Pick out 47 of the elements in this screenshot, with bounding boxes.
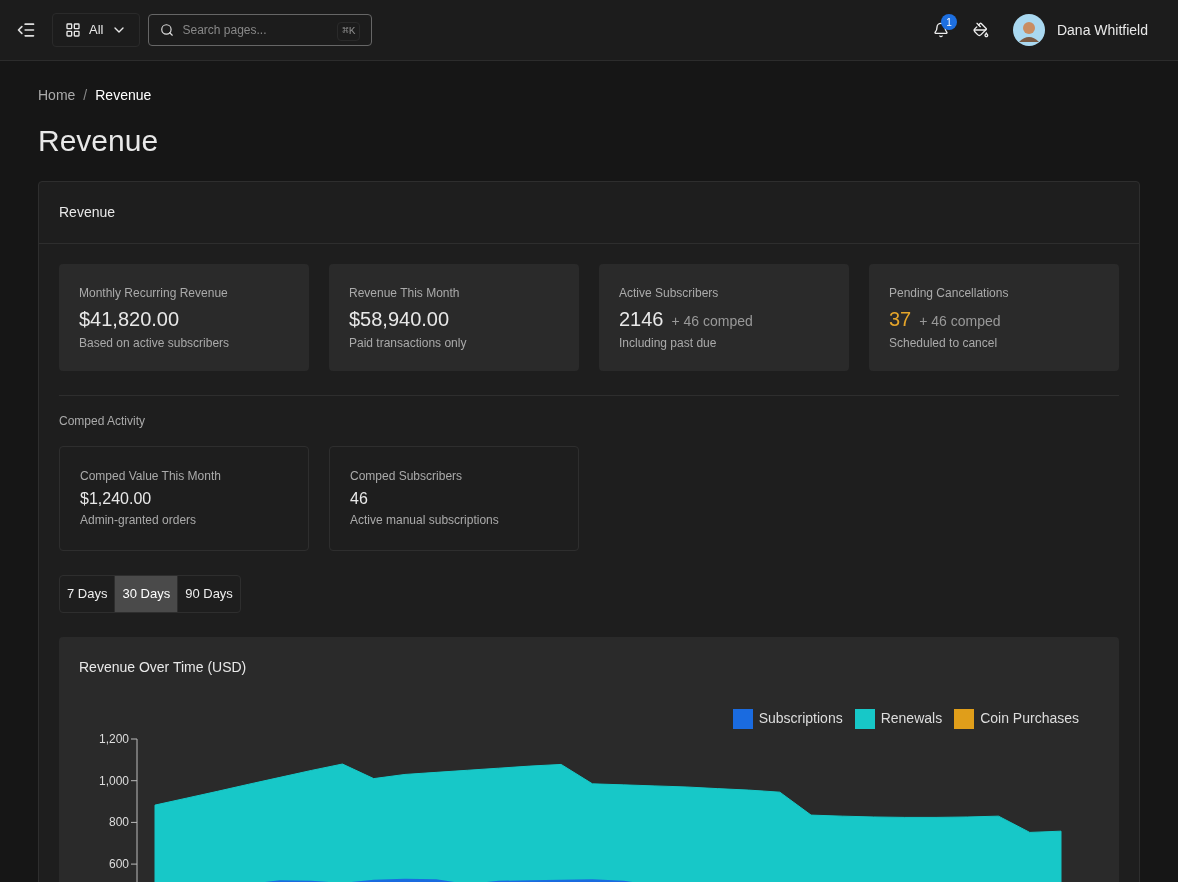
stat-label: Monthly Recurring Revenue bbox=[79, 285, 229, 302]
breadcrumb-separator: / bbox=[83, 86, 88, 105]
notification-count: 1 bbox=[940, 14, 957, 30]
stat-value: $41,820.00 bbox=[79, 307, 180, 332]
legend-label: Coin Purchases bbox=[980, 709, 1079, 728]
legend-label: Subscriptions bbox=[758, 709, 843, 728]
stat-value: 37 bbox=[889, 307, 912, 332]
stat-note: Including past due bbox=[619, 335, 718, 352]
shortcut-hint: ⌘K bbox=[337, 22, 361, 41]
stat-extra: + 46 comped bbox=[919, 312, 1001, 331]
stat-label: Active Subscribers bbox=[619, 285, 720, 302]
stat-extra: + 46 comped bbox=[671, 312, 753, 331]
search-icon bbox=[160, 23, 175, 37]
page-title: Revenue bbox=[38, 123, 160, 159]
y-tick-label: 1,200 bbox=[98, 732, 129, 746]
stat-note: Paid transactions only bbox=[349, 335, 468, 352]
y-tick-label: 600 bbox=[108, 857, 129, 872]
range-tab[interactable]: 30 Days bbox=[114, 576, 178, 612]
stat-note: Scheduled to cancel bbox=[889, 335, 999, 352]
section-heading: Comped Activity bbox=[59, 413, 147, 430]
breadcrumb-current: Revenue bbox=[95, 86, 152, 105]
range-tab[interactable]: 90 Days bbox=[177, 576, 240, 612]
legend-label: Renewals bbox=[880, 709, 943, 728]
stat-value: $58,940.00 bbox=[349, 307, 450, 332]
breadcrumb-link[interactable]: Home bbox=[38, 85, 76, 106]
paint-bucket-icon[interactable] bbox=[972, 22, 989, 38]
stat-label: Comped Subscribers bbox=[350, 468, 464, 485]
stat-label: Pending Cancellations bbox=[889, 285, 1010, 302]
user-name[interactable]: Dana Whitfield bbox=[1056, 19, 1148, 41]
stat-value: $1,240.00 bbox=[80, 489, 153, 509]
chart-title: Revenue Over Time (USD) bbox=[78, 658, 248, 677]
stat-note: Based on active subscribers bbox=[79, 335, 231, 352]
y-tick-label: 1,000 bbox=[98, 773, 129, 788]
panel-title: Revenue bbox=[59, 203, 116, 222]
y-tick-label: 800 bbox=[108, 815, 129, 830]
bell-icon[interactable] bbox=[932, 22, 949, 38]
stat-label: Comped Value This Month bbox=[80, 468, 222, 485]
stat-value: 46 bbox=[350, 489, 369, 509]
stat-value: 2146 bbox=[619, 307, 664, 332]
stat-note: Admin-granted orders bbox=[80, 512, 198, 529]
menu-icon[interactable] bbox=[16, 20, 36, 40]
filter-dropdown[interactable]: All bbox=[52, 13, 141, 47]
grid-icon bbox=[65, 22, 81, 38]
range-tab[interactable]: 7 Days bbox=[60, 576, 115, 612]
avatar[interactable] bbox=[1012, 14, 1045, 46]
stat-label: Revenue This Month bbox=[349, 285, 461, 302]
stat-note: Active manual subscriptions bbox=[350, 512, 500, 529]
